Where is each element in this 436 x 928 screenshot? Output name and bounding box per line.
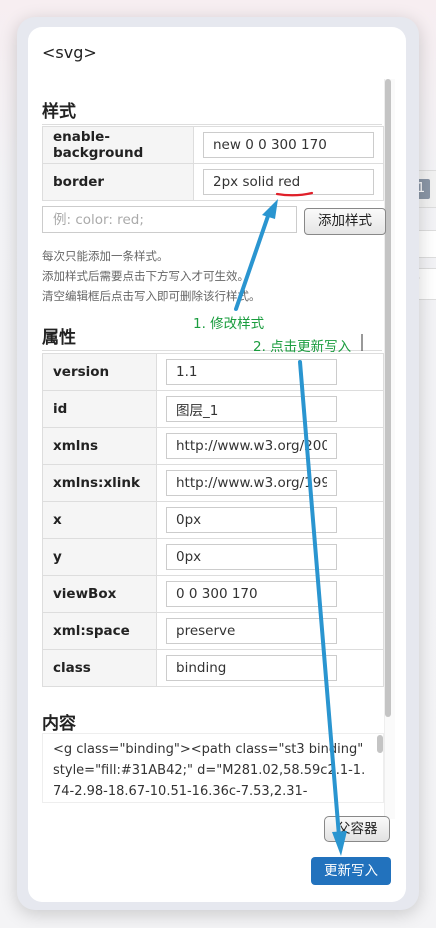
- attribute-value-cell: [156, 390, 384, 428]
- attribute-value-input[interactable]: [166, 655, 337, 681]
- content-heading: 内容: [42, 714, 76, 734]
- table-row: y: [42, 538, 384, 576]
- table-row: xmlns:xlink: [42, 464, 384, 502]
- attribute-value-input[interactable]: [166, 359, 337, 385]
- table-row: border: [42, 163, 384, 201]
- attribute-value-input[interactable]: [166, 618, 337, 644]
- table-row: xml:space: [42, 612, 384, 650]
- attribute-key: class: [42, 649, 157, 687]
- element-inspector-panel: <svg> 样式 enable-background border 添加样式 每…: [28, 27, 406, 902]
- content-scrollbar-thumb[interactable]: [377, 735, 383, 753]
- attribute-key: x: [42, 501, 157, 539]
- style-key: border: [42, 163, 194, 201]
- attribute-value-input[interactable]: [166, 433, 337, 459]
- attribute-key: xml:space: [42, 612, 157, 650]
- attribute-value-cell: [156, 575, 384, 613]
- attribute-value-cell: [156, 464, 384, 502]
- table-row: enable-background: [42, 126, 384, 164]
- attribute-value-cell: [156, 427, 384, 465]
- style-key: enable-background: [42, 126, 194, 164]
- update-write-button[interactable]: 更新写入: [311, 857, 391, 885]
- table-row: x: [42, 501, 384, 539]
- style-hint: 每次只能添加一条样式。: [42, 249, 169, 263]
- styles-table: enable-background border: [42, 126, 384, 201]
- add-style-button[interactable]: 添加样式: [304, 208, 386, 235]
- style-value-cell: [193, 126, 384, 164]
- table-row: xmlns: [42, 427, 384, 465]
- attributes-table: version id xmlns xmlns:xlink x y viewBox: [42, 353, 384, 687]
- style-value-input[interactable]: [203, 169, 374, 195]
- attribute-value-input[interactable]: [166, 470, 337, 496]
- style-value-cell: [193, 163, 384, 201]
- attribute-key: viewBox: [42, 575, 157, 613]
- attribute-value-cell: [156, 612, 384, 650]
- style-value-input[interactable]: [203, 132, 374, 158]
- annotation-step-1: 1. 修改样式: [193, 316, 265, 332]
- attribute-value-input[interactable]: [166, 507, 337, 533]
- attribute-value-input[interactable]: [166, 396, 337, 422]
- attribute-value-cell: [156, 538, 384, 576]
- style-hint: 添加样式后需要点击下方写入才可生效。: [42, 269, 249, 283]
- attribute-value-cell: [156, 649, 384, 687]
- attributes-heading: 属性: [42, 328, 76, 348]
- panel-title: <svg>: [42, 43, 97, 62]
- attribute-key: id: [42, 390, 157, 428]
- attribute-value-input[interactable]: [166, 581, 337, 607]
- table-row: class: [42, 649, 384, 687]
- attribute-value-input[interactable]: [166, 544, 337, 570]
- styles-heading: 样式: [42, 102, 76, 122]
- attribute-key: y: [42, 538, 157, 576]
- table-row: viewBox: [42, 575, 384, 613]
- content-textarea[interactable]: <g class="binding"><path class="st3 bind…: [42, 733, 384, 803]
- annotation-step-2: 2. 点击更新写入: [253, 339, 352, 355]
- panel-scrollbar-thumb[interactable]: [385, 79, 391, 717]
- attribute-key: xmlns: [42, 427, 157, 465]
- attribute-key: xmlns:xlink: [42, 464, 157, 502]
- style-hint: 清空编辑框后点击写入即可删除该行样式。: [42, 289, 261, 303]
- table-row: version: [42, 353, 384, 391]
- table-row: id: [42, 390, 384, 428]
- attribute-key: version: [42, 353, 157, 391]
- attribute-value-cell: [156, 353, 384, 391]
- new-style-input[interactable]: [42, 206, 297, 233]
- styles-divider: [42, 124, 382, 125]
- parent-container-button[interactable]: 父容器: [324, 816, 390, 842]
- attribute-value-cell: [156, 501, 384, 539]
